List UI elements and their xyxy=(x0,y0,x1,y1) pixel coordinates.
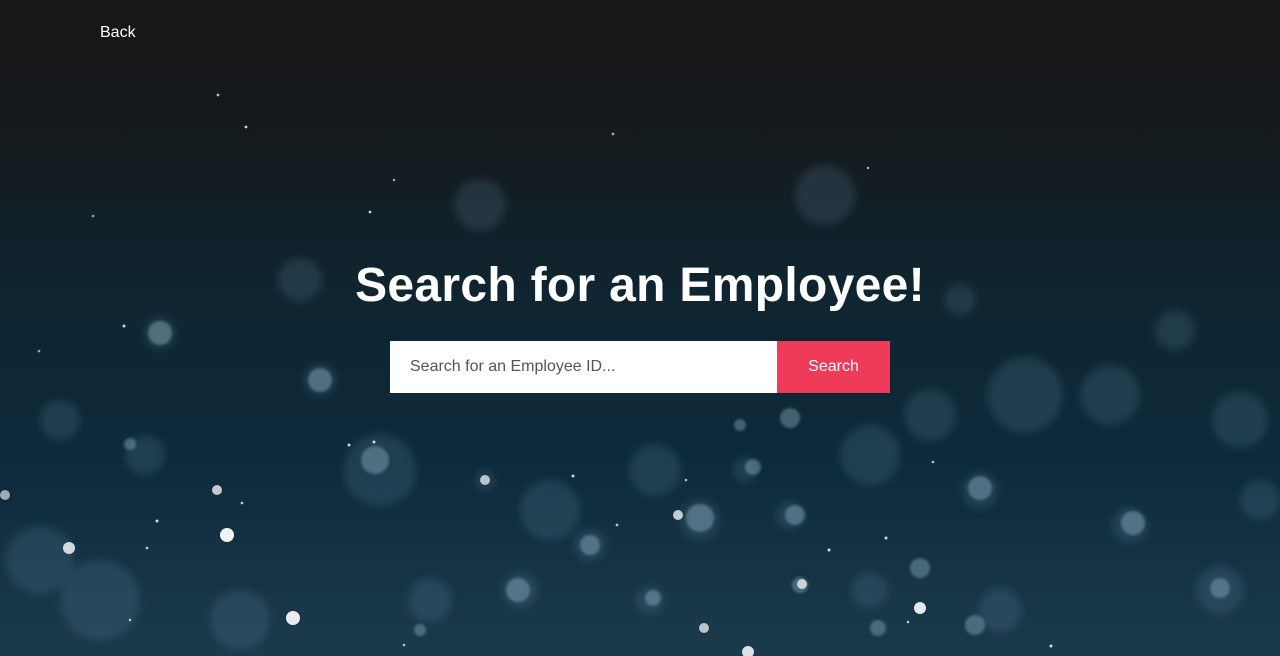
bokeh-background xyxy=(0,93,1280,656)
page-title: Search for an Employee! xyxy=(355,259,925,312)
search-bar: Search xyxy=(390,341,890,393)
back-link[interactable]: Back xyxy=(100,24,136,42)
search-input[interactable] xyxy=(390,341,777,393)
page: Back Search for an Employee! Search xyxy=(0,0,1280,656)
search-button[interactable]: Search xyxy=(777,341,890,393)
